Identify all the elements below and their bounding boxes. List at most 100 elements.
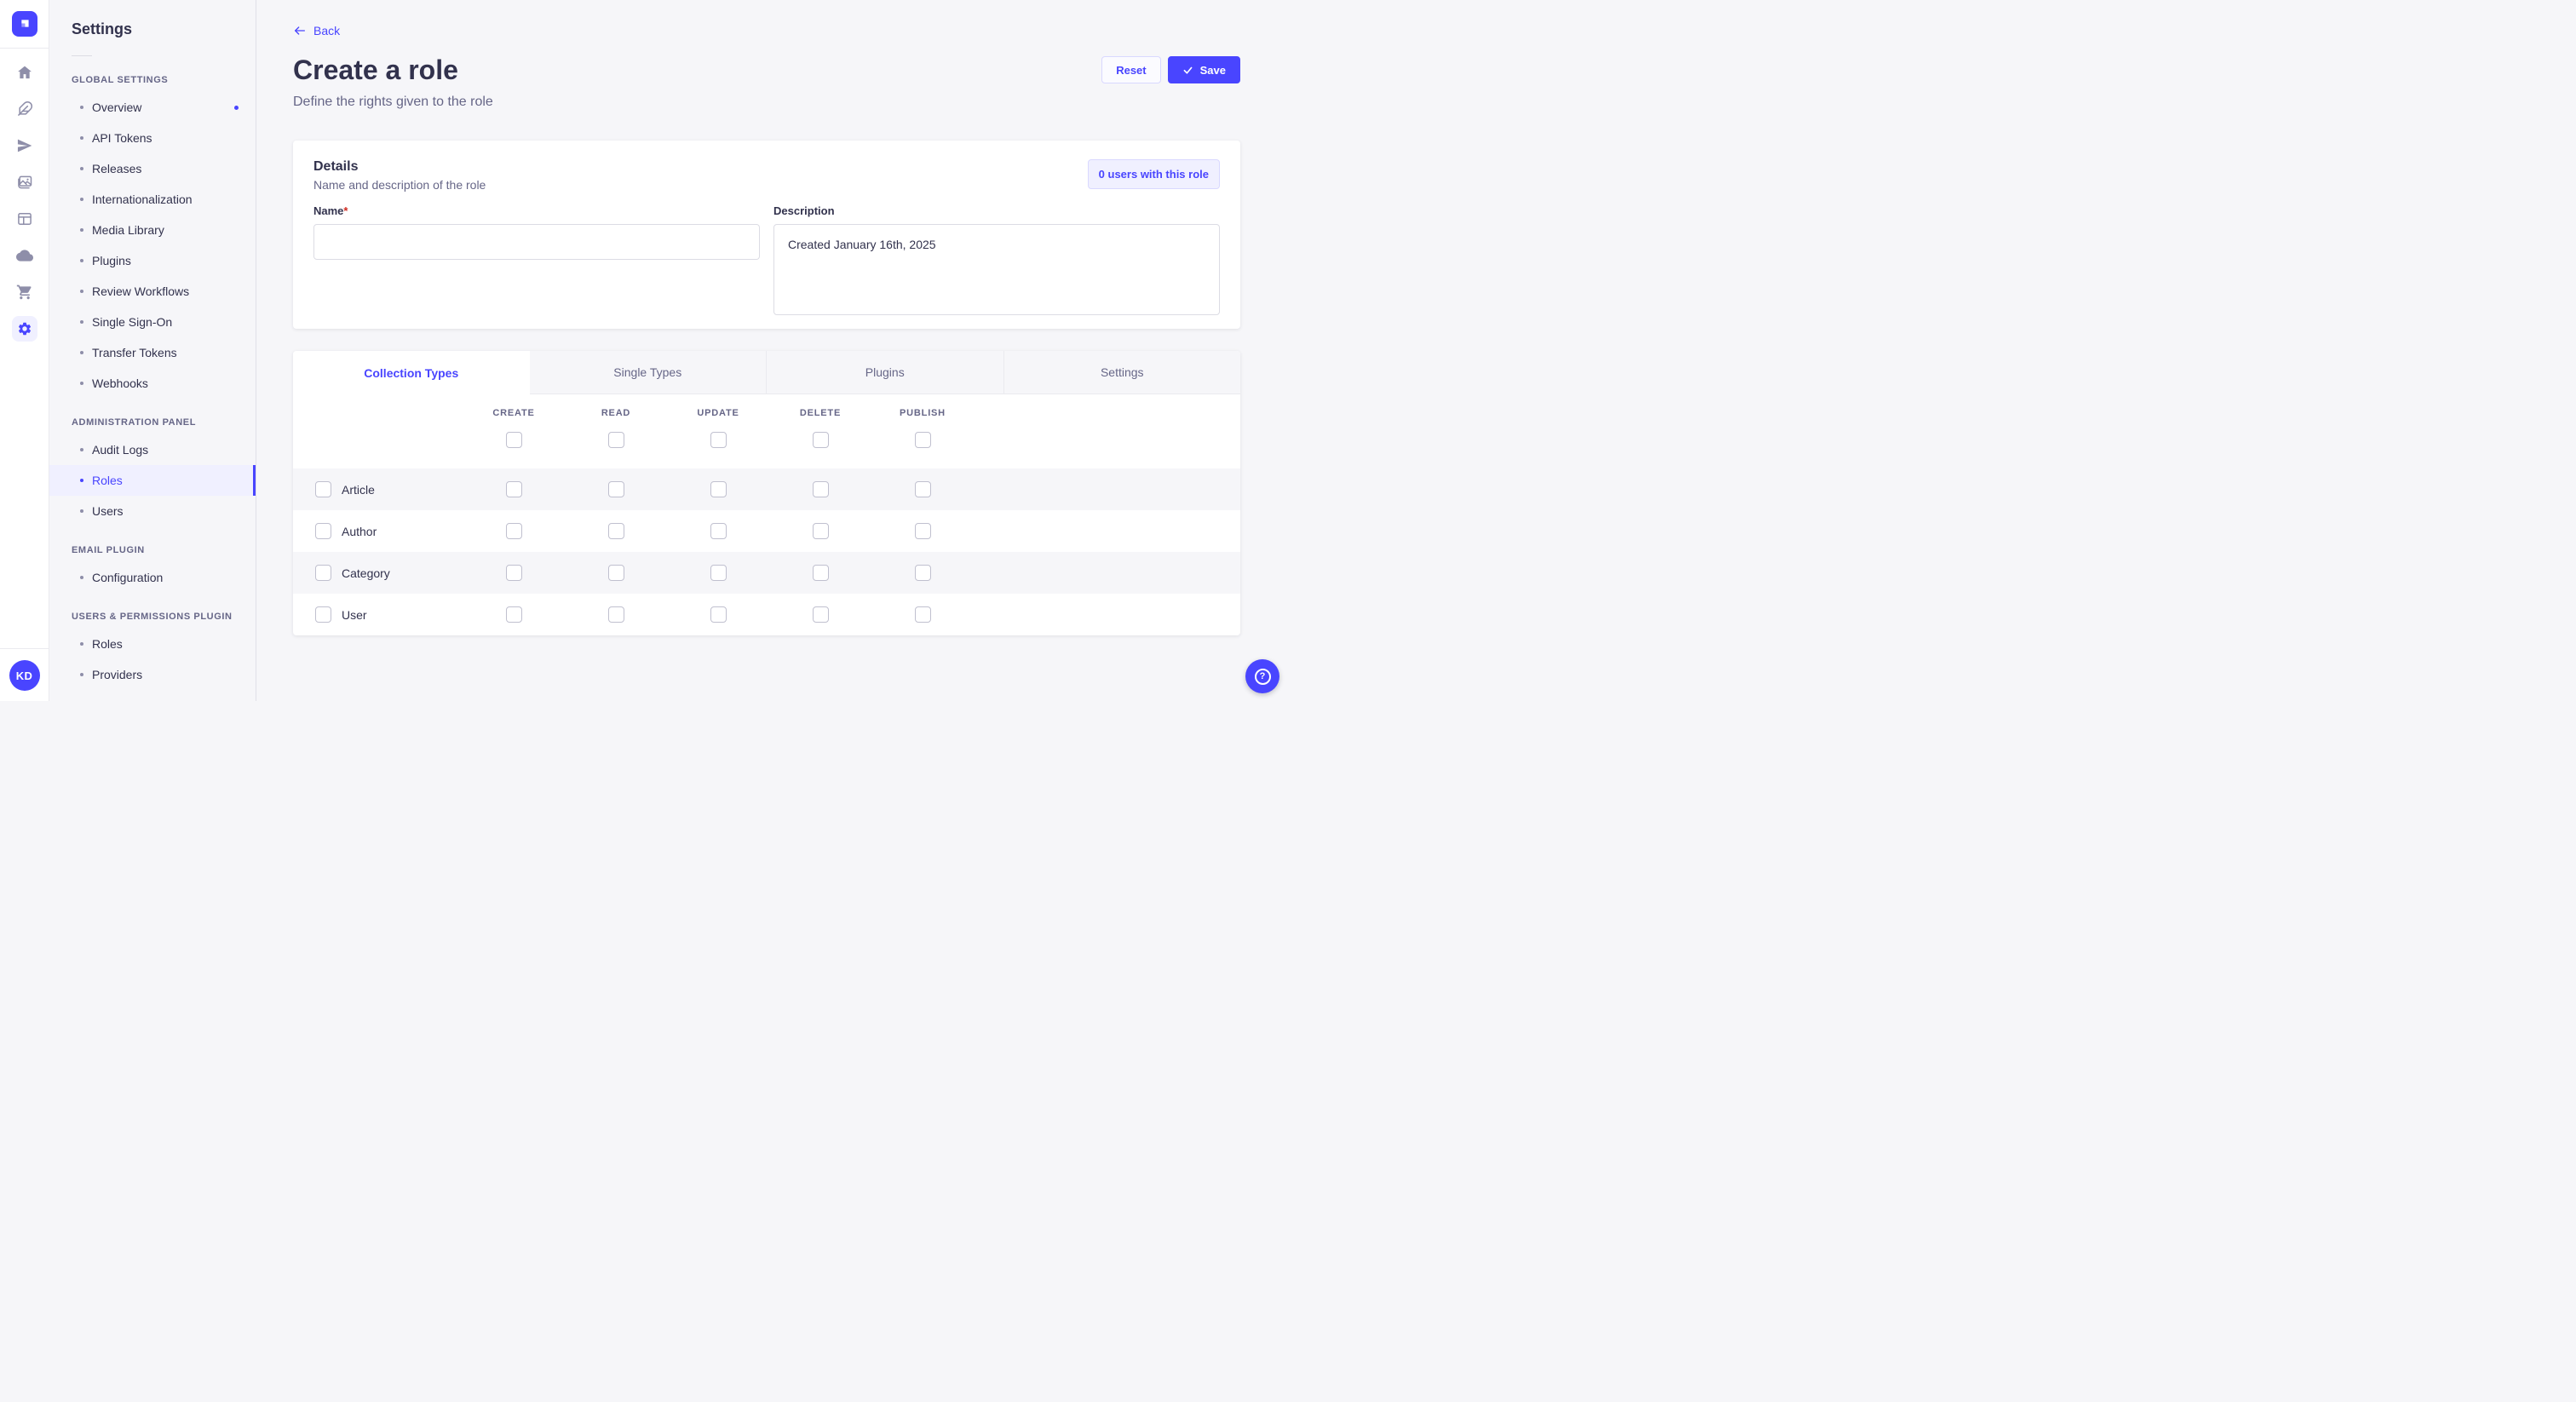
author-read-checkbox[interactable] (608, 523, 624, 539)
category-publish-checkbox[interactable] (915, 565, 931, 581)
release-paper-plane-icon[interactable] (16, 137, 33, 154)
sidebar-item-releases[interactable]: Releases (49, 153, 256, 184)
author-delete-checkbox[interactable] (813, 523, 829, 539)
category-read-checkbox[interactable] (608, 565, 624, 581)
select-all-update-checkbox[interactable] (710, 432, 727, 448)
permissions-table-header: CREATE READ UPDATE DELETE PUBLISH (293, 394, 1240, 468)
table-row-category: Category (293, 552, 1240, 594)
sidebar-item-webhooks[interactable]: Webhooks (49, 368, 256, 399)
save-button[interactable]: Save (1168, 56, 1240, 83)
select-all-read-checkbox[interactable] (608, 432, 624, 448)
logo-section (0, 0, 49, 49)
article-delete-checkbox[interactable] (813, 481, 829, 497)
content-manager-feather-icon[interactable] (16, 101, 33, 118)
sidebar-item-label: Configuration (92, 571, 163, 584)
user-update-checkbox[interactable] (710, 606, 727, 623)
sidebar-item-review-workflows[interactable]: Review Workflows (49, 276, 256, 307)
sidebar-item-plugins[interactable]: Plugins (49, 245, 256, 276)
tab-single-types[interactable]: Single Types (530, 351, 767, 394)
category-update-checkbox[interactable] (710, 565, 727, 581)
bullet-icon (80, 673, 83, 676)
sidebar-item-label: Overview (92, 101, 141, 114)
bullet-icon (80, 106, 83, 109)
back-link[interactable]: Back (293, 24, 340, 37)
sidebar-item-transfer-tokens[interactable]: Transfer Tokens (49, 337, 256, 368)
tab-settings[interactable]: Settings (1003, 351, 1241, 394)
bullet-icon (80, 136, 83, 140)
description-field-group: Description Created January 16th, 2025 (773, 204, 1220, 315)
tab-collection-types[interactable]: Collection Types (293, 351, 530, 394)
media-library-images-icon[interactable] (16, 174, 33, 191)
sidebar-item-audit-logs[interactable]: Audit Logs (49, 434, 256, 465)
column-header-update: UPDATE (667, 408, 769, 418)
permissions-card: Collection Types Single Types Plugins Se… (293, 351, 1240, 635)
row-label: Category (342, 566, 390, 580)
user-delete-checkbox[interactable] (813, 606, 829, 623)
article-create-checkbox[interactable] (506, 481, 522, 497)
article-read-checkbox[interactable] (608, 481, 624, 497)
tab-plugins[interactable]: Plugins (766, 351, 1003, 394)
sidebar-item-label: Webhooks (92, 376, 148, 390)
name-input[interactable] (313, 224, 760, 260)
users-permissions-plugin-list: Roles Providers (49, 629, 256, 690)
strapi-logo[interactable] (12, 11, 37, 37)
category-create-checkbox[interactable] (506, 565, 522, 581)
sidebar-item-label: Users (92, 504, 124, 518)
home-icon[interactable] (16, 64, 33, 81)
user-publish-checkbox[interactable] (915, 606, 931, 623)
content-type-builder-layout-icon[interactable] (16, 210, 33, 227)
sidebar-item-configuration[interactable]: Configuration (49, 562, 256, 593)
sidebar-item-providers[interactable]: Providers (49, 659, 256, 690)
description-textarea[interactable]: Created January 16th, 2025 (773, 224, 1220, 315)
back-label: Back (313, 24, 340, 37)
column-header-create: CREATE (463, 408, 565, 418)
column-header-read: READ (565, 408, 667, 418)
article-update-checkbox[interactable] (710, 481, 727, 497)
section-header-administration-panel: ADMINISTRATION PANEL (72, 417, 233, 428)
settings-subnav: Settings GLOBAL SETTINGS Overview API To… (49, 0, 256, 701)
author-update-checkbox[interactable] (710, 523, 727, 539)
sidebar-item-label: Review Workflows (92, 284, 189, 298)
main-content: Back Create a role Reset Save Define the… (256, 0, 1288, 701)
table-row-author: Author (293, 510, 1240, 552)
row-select-author-checkbox[interactable] (315, 523, 331, 539)
column-header-publish: PUBLISH (871, 408, 974, 418)
select-all-delete-checkbox[interactable] (813, 432, 829, 448)
sidebar-item-api-tokens[interactable]: API Tokens (49, 123, 256, 153)
category-delete-checkbox[interactable] (813, 565, 829, 581)
reset-button[interactable]: Reset (1101, 56, 1160, 83)
sidebar-item-internationalization[interactable]: Internationalization (49, 184, 256, 215)
bullet-icon (80, 198, 83, 201)
user-create-checkbox[interactable] (506, 606, 522, 623)
sidebar-item-media-library[interactable]: Media Library (49, 215, 256, 245)
sidebar-item-overview[interactable]: Overview (49, 92, 256, 123)
select-all-create-checkbox[interactable] (506, 432, 522, 448)
administration-panel-list: Audit Logs Roles Users (49, 434, 256, 526)
sidebar-item-roles-admin[interactable]: Roles (49, 465, 256, 496)
row-select-category-checkbox[interactable] (315, 565, 331, 581)
sidebar-item-label: Providers (92, 668, 142, 681)
row-select-user-checkbox[interactable] (315, 606, 331, 623)
bullet-icon (80, 351, 83, 354)
row-select-article-checkbox[interactable] (315, 481, 331, 497)
select-all-publish-checkbox[interactable] (915, 432, 931, 448)
users-with-role-badge[interactable]: 0 users with this role (1088, 159, 1220, 189)
bullet-icon (80, 290, 83, 293)
bullet-icon (80, 228, 83, 232)
bullet-icon (80, 448, 83, 451)
help-button[interactable]: ? (1245, 659, 1279, 693)
sidebar-item-users[interactable]: Users (49, 496, 256, 526)
page-subtitle: Define the rights given to the role (293, 92, 1240, 112)
question-mark-icon: ? (1255, 669, 1271, 685)
deploy-cloud-icon[interactable] (16, 247, 33, 264)
author-publish-checkbox[interactable] (915, 523, 931, 539)
marketplace-cart-icon[interactable] (16, 284, 33, 301)
author-create-checkbox[interactable] (506, 523, 522, 539)
sidebar-item-single-sign-on[interactable]: Single Sign-On (49, 307, 256, 337)
user-avatar[interactable]: KD (9, 660, 40, 691)
user-read-checkbox[interactable] (608, 606, 624, 623)
sidebar-item-roles-up[interactable]: Roles (49, 629, 256, 659)
settings-gear-icon[interactable] (12, 316, 37, 342)
article-publish-checkbox[interactable] (915, 481, 931, 497)
bullet-icon (80, 382, 83, 385)
